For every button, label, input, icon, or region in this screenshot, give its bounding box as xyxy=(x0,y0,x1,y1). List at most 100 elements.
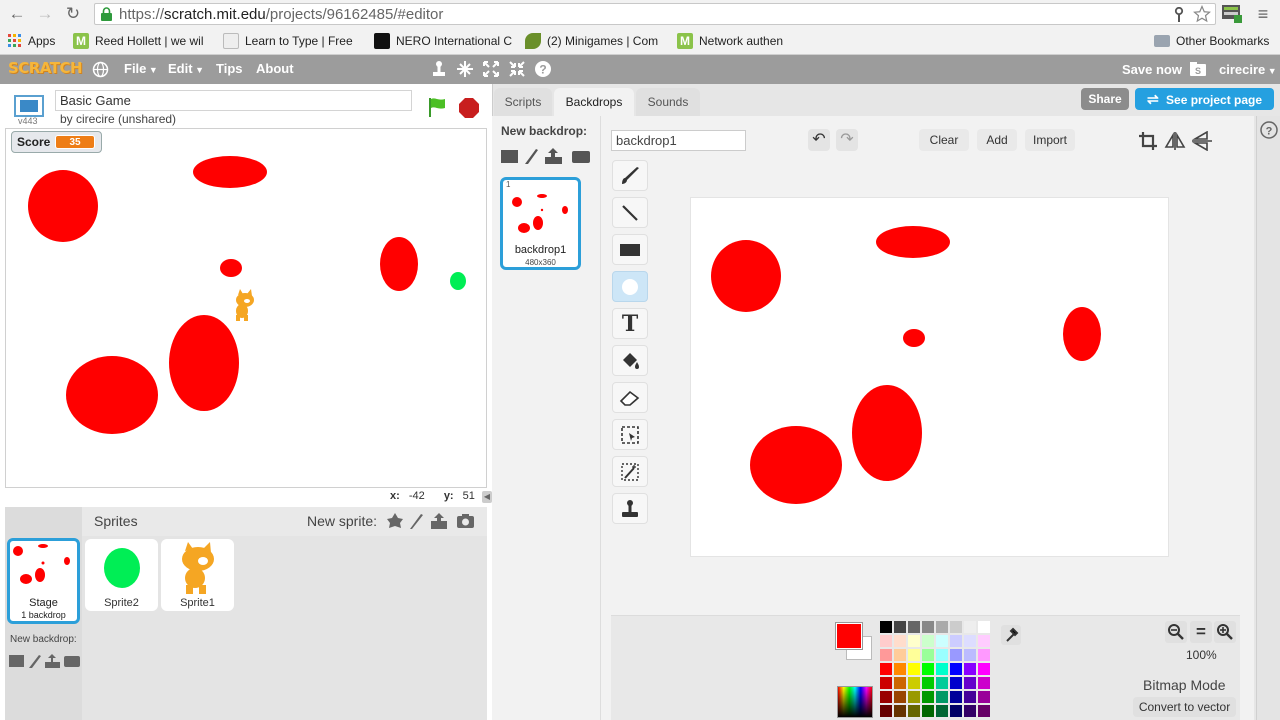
palette-swatch[interactable] xyxy=(936,649,948,661)
palette-swatch[interactable] xyxy=(880,663,892,675)
palette-swatch[interactable] xyxy=(950,649,962,661)
about-menu[interactable]: About xyxy=(256,61,294,76)
remove-background-tool[interactable] xyxy=(612,456,648,487)
line-tool[interactable] xyxy=(612,197,648,228)
palette-swatch[interactable] xyxy=(978,649,990,661)
fullscreen-stage-icon[interactable] xyxy=(14,95,44,117)
scratch-logo[interactable]: SCRATCH xyxy=(8,59,83,77)
select-tool[interactable] xyxy=(612,419,648,450)
tab-scripts[interactable]: Scripts xyxy=(494,88,552,116)
color-palette[interactable] xyxy=(880,621,992,719)
zoom-in-button[interactable] xyxy=(1214,621,1236,643)
bookmark-minigames[interactable]: (2) Minigames | Com xyxy=(525,33,658,49)
camera-backdrop-icon[interactable] xyxy=(64,656,80,667)
stop-sign-icon[interactable] xyxy=(458,97,480,119)
color-picker-gradient[interactable] xyxy=(837,686,873,718)
bookmark-nero[interactable]: NERO International C xyxy=(374,33,512,49)
palette-swatch[interactable] xyxy=(950,705,962,717)
address-bar[interactable]: https://scratch.mit.edu/projects/9616248… xyxy=(94,3,1216,25)
palette-swatch[interactable] xyxy=(894,663,906,675)
palette-swatch[interactable] xyxy=(894,635,906,647)
palette-swatch[interactable] xyxy=(894,649,906,661)
stage-canvas[interactable] xyxy=(5,128,487,488)
palette-swatch[interactable] xyxy=(880,635,892,647)
bookmark-reed-hollett[interactable]: M Reed Hollett | we wil xyxy=(73,33,204,49)
palette-swatch[interactable] xyxy=(922,649,934,661)
text-tool[interactable]: T xyxy=(612,308,648,339)
palette-swatch[interactable] xyxy=(936,663,948,675)
back-icon[interactable]: ← xyxy=(6,4,28,24)
bookmark-other[interactable]: Other Bookmarks xyxy=(1154,33,1269,49)
cat-sprite[interactable] xyxy=(236,289,254,321)
project-title-input[interactable]: Basic Game xyxy=(55,90,412,111)
eraser-tool[interactable] xyxy=(612,382,648,413)
bookmark-learn-to-type[interactable]: Learn to Type | Free xyxy=(223,33,353,49)
palette-swatch[interactable] xyxy=(922,663,934,675)
user-menu[interactable]: cirecire ▼ xyxy=(1219,62,1277,77)
palette-swatch[interactable] xyxy=(936,691,948,703)
paint-backdrop-icon[interactable] xyxy=(525,149,538,164)
save-now-button[interactable]: Save now xyxy=(1122,62,1182,77)
share-button[interactable]: Share xyxy=(1081,88,1129,110)
convert-to-vector-button[interactable]: Convert to vector xyxy=(1133,697,1236,717)
see-project-page-button[interactable]: ⇌ See project page xyxy=(1135,88,1274,110)
palette-swatch[interactable] xyxy=(880,677,892,689)
folder-icon[interactable]: S xyxy=(1189,61,1207,78)
palette-swatch[interactable] xyxy=(880,705,892,717)
palette-swatch[interactable] xyxy=(978,663,990,675)
palette-swatch[interactable] xyxy=(908,635,920,647)
cut-scissors-icon[interactable] xyxy=(456,60,474,78)
palette-swatch[interactable] xyxy=(978,677,990,689)
palette-swatch[interactable] xyxy=(922,691,934,703)
fill-tool[interactable] xyxy=(612,345,648,376)
palette-swatch[interactable] xyxy=(964,635,976,647)
palette-swatch[interactable] xyxy=(936,677,948,689)
file-menu[interactable]: File ▼ xyxy=(124,61,158,76)
palette-swatch[interactable] xyxy=(894,621,906,633)
palette-swatch[interactable] xyxy=(950,691,962,703)
camera-icon[interactable] xyxy=(456,513,475,529)
palette-swatch[interactable] xyxy=(880,621,892,633)
flip-vertical-icon[interactable] xyxy=(1191,131,1213,151)
flip-horizontal-icon[interactable] xyxy=(1164,131,1186,151)
palette-swatch[interactable] xyxy=(880,691,892,703)
duplicate-stamp-icon[interactable] xyxy=(430,60,448,78)
add-button[interactable]: Add xyxy=(977,129,1017,151)
brush-tool[interactable] xyxy=(612,160,648,191)
palette-swatch[interactable] xyxy=(936,705,948,717)
upload-sprite-icon[interactable] xyxy=(430,512,448,530)
reload-icon[interactable]: ↻ xyxy=(62,4,84,24)
menu-icon[interactable]: ≡ xyxy=(1252,4,1274,24)
palette-swatch[interactable] xyxy=(978,635,990,647)
palette-swatch[interactable] xyxy=(922,621,934,633)
choose-sprite-library-icon[interactable] xyxy=(386,512,404,530)
palette-swatch[interactable] xyxy=(950,677,962,689)
backdrop-library-icon[interactable] xyxy=(9,655,24,667)
import-button[interactable]: Import xyxy=(1025,129,1075,151)
edit-menu[interactable]: Edit ▼ xyxy=(168,61,204,76)
palette-swatch[interactable] xyxy=(908,677,920,689)
zoom-out-button[interactable] xyxy=(1165,621,1187,643)
palette-swatch[interactable] xyxy=(908,663,920,675)
shrink-icon[interactable] xyxy=(508,60,526,78)
green-flag-icon[interactable] xyxy=(426,96,448,118)
rectangle-tool[interactable] xyxy=(612,234,648,265)
green-sprite[interactable] xyxy=(450,272,466,290)
palette-swatch[interactable] xyxy=(964,691,976,703)
palette-swatch[interactable] xyxy=(936,635,948,647)
eyedropper-icon[interactable] xyxy=(1001,625,1021,645)
stamp-tool[interactable] xyxy=(612,493,648,524)
grow-icon[interactable] xyxy=(482,60,500,78)
palette-swatch[interactable] xyxy=(978,621,990,633)
clear-button[interactable]: Clear xyxy=(919,129,969,151)
bookmark-network[interactable]: M Network authen xyxy=(677,33,783,49)
zoom-reset-button[interactable]: = xyxy=(1190,621,1212,643)
help-icon[interactable]: ? xyxy=(534,60,552,78)
undo-icon[interactable]: ↶ xyxy=(808,129,830,151)
sprite-card-sprite2[interactable]: Sprite2 xyxy=(85,539,158,611)
upload-backdrop-icon[interactable] xyxy=(545,148,562,164)
palette-swatch[interactable] xyxy=(936,621,948,633)
palette-swatch[interactable] xyxy=(964,705,976,717)
extension-icon[interactable] xyxy=(1221,3,1243,23)
palette-swatch[interactable] xyxy=(922,677,934,689)
